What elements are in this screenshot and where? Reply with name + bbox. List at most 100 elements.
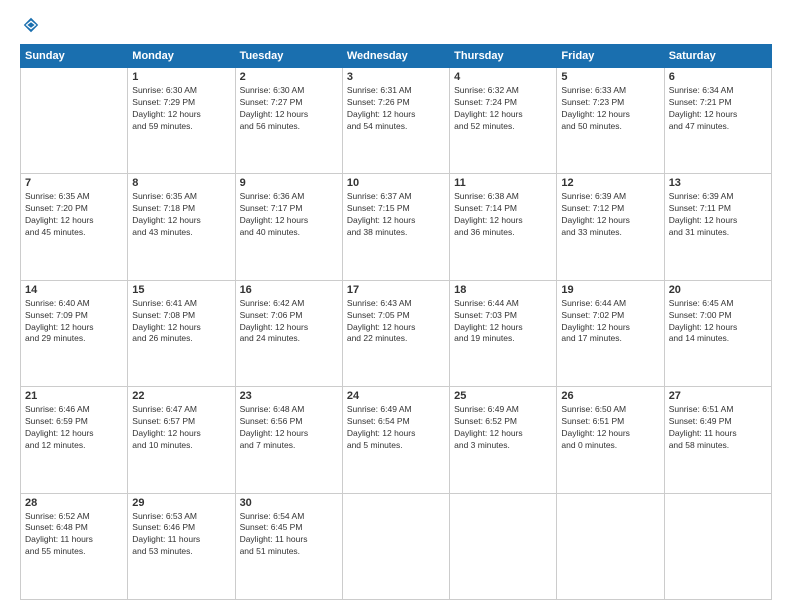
calendar-cell: 1Sunrise: 6:30 AMSunset: 7:29 PMDaylight…: [128, 68, 235, 174]
calendar-week-row: 21Sunrise: 6:46 AMSunset: 6:59 PMDayligh…: [21, 387, 772, 493]
logo-icon: [22, 16, 40, 34]
day-info: Sunrise: 6:49 AMSunset: 6:54 PMDaylight:…: [347, 404, 445, 452]
weekday-header: Friday: [557, 45, 664, 68]
calendar-cell: 11 Sunrise: 6:38 AMSunset: 7:14 PMDayligh…: [450, 174, 557, 280]
day-number: 4: [454, 71, 552, 83]
calendar-cell: 16 Sunrise: 6:42 AMSunset: 7:06 PMDayligh…: [235, 280, 342, 386]
day-number: 27: [669, 390, 767, 402]
calendar-cell: 26 Sunrise: 6:50 AMSunset: 6:51 PMDayligh…: [557, 387, 664, 493]
calendar-cell: [342, 493, 449, 599]
day-number: 14: [25, 284, 123, 296]
calendar-cell: 18 Sunrise: 6:44 AMSunset: 7:03 PMDayligh…: [450, 280, 557, 386]
weekday-header: Sunday: [21, 45, 128, 68]
day-number: 10: [347, 177, 445, 189]
day-info: Sunrise: 6:45 AMSunset: 7:00 PMDaylight:…: [669, 298, 767, 346]
calendar-week-row: 14 Sunrise: 6:40 AMSunset: 7:09 PMDayligh…: [21, 280, 772, 386]
calendar: SundayMondayTuesdayWednesdayThursdayFrid…: [20, 44, 772, 600]
day-number: 16: [240, 284, 338, 296]
day-number: 24: [347, 390, 445, 402]
weekday-header: Wednesday: [342, 45, 449, 68]
calendar-cell: 7Sunrise: 6:35 AMSunset: 7:20 PMDaylight…: [21, 174, 128, 280]
day-number: 22: [132, 390, 230, 402]
day-info: Sunrise: 6:40 AMSunset: 7:09 PMDaylight:…: [25, 298, 123, 346]
calendar-cell: 3Sunrise: 6:31 AMSunset: 7:26 PMDaylight…: [342, 68, 449, 174]
day-number: 28: [25, 497, 123, 509]
calendar-week-row: 28 Sunrise: 6:52 AMSunset: 6:48 PMDayligh…: [21, 493, 772, 599]
page: SundayMondayTuesdayWednesdayThursdayFrid…: [0, 0, 792, 612]
calendar-cell: 15 Sunrise: 6:41 AMSunset: 7:08 PMDayligh…: [128, 280, 235, 386]
calendar-cell: 21Sunrise: 6:46 AMSunset: 6:59 PMDayligh…: [21, 387, 128, 493]
day-info: Sunrise: 6:44 AMSunset: 7:02 PMDaylight:…: [561, 298, 659, 346]
day-info: Sunrise: 6:50 AMSunset: 6:51 PMDaylight:…: [561, 404, 659, 452]
day-info: Sunrise: 6:47 AMSunset: 6:57 PMDaylight:…: [132, 404, 230, 452]
day-number: 17: [347, 284, 445, 296]
calendar-cell: 10 Sunrise: 6:37 AMSunset: 7:15 PMDayligh…: [342, 174, 449, 280]
day-number: 15: [132, 284, 230, 296]
calendar-cell: 8Sunrise: 6:35 AMSunset: 7:18 PMDaylight…: [128, 174, 235, 280]
day-info: Sunrise: 6:41 AMSunset: 7:08 PMDaylight:…: [132, 298, 230, 346]
day-info: Sunrise: 6:33 AMSunset: 7:23 PMDaylight:…: [561, 85, 659, 133]
day-info: Sunrise: 6:32 AMSunset: 7:24 PMDaylight:…: [454, 85, 552, 133]
calendar-week-row: 7Sunrise: 6:35 AMSunset: 7:20 PMDaylight…: [21, 174, 772, 280]
day-number: 23: [240, 390, 338, 402]
day-info: Sunrise: 6:37 AMSunset: 7:15 PMDaylight:…: [347, 191, 445, 239]
day-number: 11: [454, 177, 552, 189]
day-number: 18: [454, 284, 552, 296]
day-info: Sunrise: 6:51 AMSunset: 6:49 PMDaylight:…: [669, 404, 767, 452]
day-info: Sunrise: 6:43 AMSunset: 7:05 PMDaylight:…: [347, 298, 445, 346]
calendar-cell: 25Sunrise: 6:49 AMSunset: 6:52 PMDayligh…: [450, 387, 557, 493]
logo: [20, 16, 40, 34]
calendar-cell: 20 Sunrise: 6:45 AMSunset: 7:00 PMDayligh…: [664, 280, 771, 386]
weekday-header: Saturday: [664, 45, 771, 68]
day-info: Sunrise: 6:39 AMSunset: 7:11 PMDaylight:…: [669, 191, 767, 239]
day-number: 19: [561, 284, 659, 296]
day-number: 6: [669, 71, 767, 83]
calendar-cell: 28 Sunrise: 6:52 AMSunset: 6:48 PMDayligh…: [21, 493, 128, 599]
weekday-header: Tuesday: [235, 45, 342, 68]
day-info: Sunrise: 6:36 AMSunset: 7:17 PMDaylight:…: [240, 191, 338, 239]
day-info: Sunrise: 6:39 AMSunset: 7:12 PMDaylight:…: [561, 191, 659, 239]
calendar-week-row: 1Sunrise: 6:30 AMSunset: 7:29 PMDaylight…: [21, 68, 772, 174]
day-number: 20: [669, 284, 767, 296]
day-info: Sunrise: 6:34 AMSunset: 7:21 PMDaylight:…: [669, 85, 767, 133]
day-number: 29: [132, 497, 230, 509]
calendar-cell: 5Sunrise: 6:33 AMSunset: 7:23 PMDaylight…: [557, 68, 664, 174]
calendar-cell: [664, 493, 771, 599]
calendar-header-row: SundayMondayTuesdayWednesdayThursdayFrid…: [21, 45, 772, 68]
calendar-cell: [557, 493, 664, 599]
day-number: 26: [561, 390, 659, 402]
calendar-cell: 19 Sunrise: 6:44 AMSunset: 7:02 PMDayligh…: [557, 280, 664, 386]
calendar-cell: 9 Sunrise: 6:36 AMSunset: 7:17 PMDaylight…: [235, 174, 342, 280]
day-number: 3: [347, 71, 445, 83]
day-number: 12: [561, 177, 659, 189]
day-number: 21: [25, 390, 123, 402]
calendar-cell: 12 Sunrise: 6:39 AMSunset: 7:12 PMDayligh…: [557, 174, 664, 280]
day-info: Sunrise: 6:53 AMSunset: 6:46 PMDaylight:…: [132, 511, 230, 559]
calendar-cell: 29 Sunrise: 6:53 AMSunset: 6:46 PMDayligh…: [128, 493, 235, 599]
day-info: Sunrise: 6:38 AMSunset: 7:14 PMDaylight:…: [454, 191, 552, 239]
day-info: Sunrise: 6:42 AMSunset: 7:06 PMDaylight:…: [240, 298, 338, 346]
day-info: Sunrise: 6:35 AMSunset: 7:18 PMDaylight:…: [132, 191, 230, 239]
calendar-cell: 23 Sunrise: 6:48 AMSunset: 6:56 PMDayligh…: [235, 387, 342, 493]
calendar-cell: 24 Sunrise: 6:49 AMSunset: 6:54 PMDayligh…: [342, 387, 449, 493]
calendar-cell: 14 Sunrise: 6:40 AMSunset: 7:09 PMDayligh…: [21, 280, 128, 386]
day-number: 7: [25, 177, 123, 189]
day-number: 9: [240, 177, 338, 189]
calendar-cell: 22 Sunrise: 6:47 AMSunset: 6:57 PMDayligh…: [128, 387, 235, 493]
day-number: 1: [132, 71, 230, 83]
header: [20, 16, 772, 34]
day-number: 13: [669, 177, 767, 189]
day-info: Sunrise: 6:49 AMSunset: 6:52 PMDaylight:…: [454, 404, 552, 452]
calendar-cell: 2 Sunrise: 6:30 AMSunset: 7:27 PMDaylight…: [235, 68, 342, 174]
calendar-cell: 17 Sunrise: 6:43 AMSunset: 7:05 PMDayligh…: [342, 280, 449, 386]
day-info: Sunrise: 6:30 AMSunset: 7:27 PMDaylight:…: [240, 85, 338, 133]
day-number: 2: [240, 71, 338, 83]
day-info: Sunrise: 6:48 AMSunset: 6:56 PMDaylight:…: [240, 404, 338, 452]
day-info: Sunrise: 6:44 AMSunset: 7:03 PMDaylight:…: [454, 298, 552, 346]
day-info: Sunrise: 6:52 AMSunset: 6:48 PMDaylight:…: [25, 511, 123, 559]
calendar-cell: 13 Sunrise: 6:39 AMSunset: 7:11 PMDayligh…: [664, 174, 771, 280]
calendar-cell: [21, 68, 128, 174]
calendar-cell: 30Sunrise: 6:54 AMSunset: 6:45 PMDayligh…: [235, 493, 342, 599]
weekday-header: Thursday: [450, 45, 557, 68]
logo-text: [20, 16, 40, 34]
